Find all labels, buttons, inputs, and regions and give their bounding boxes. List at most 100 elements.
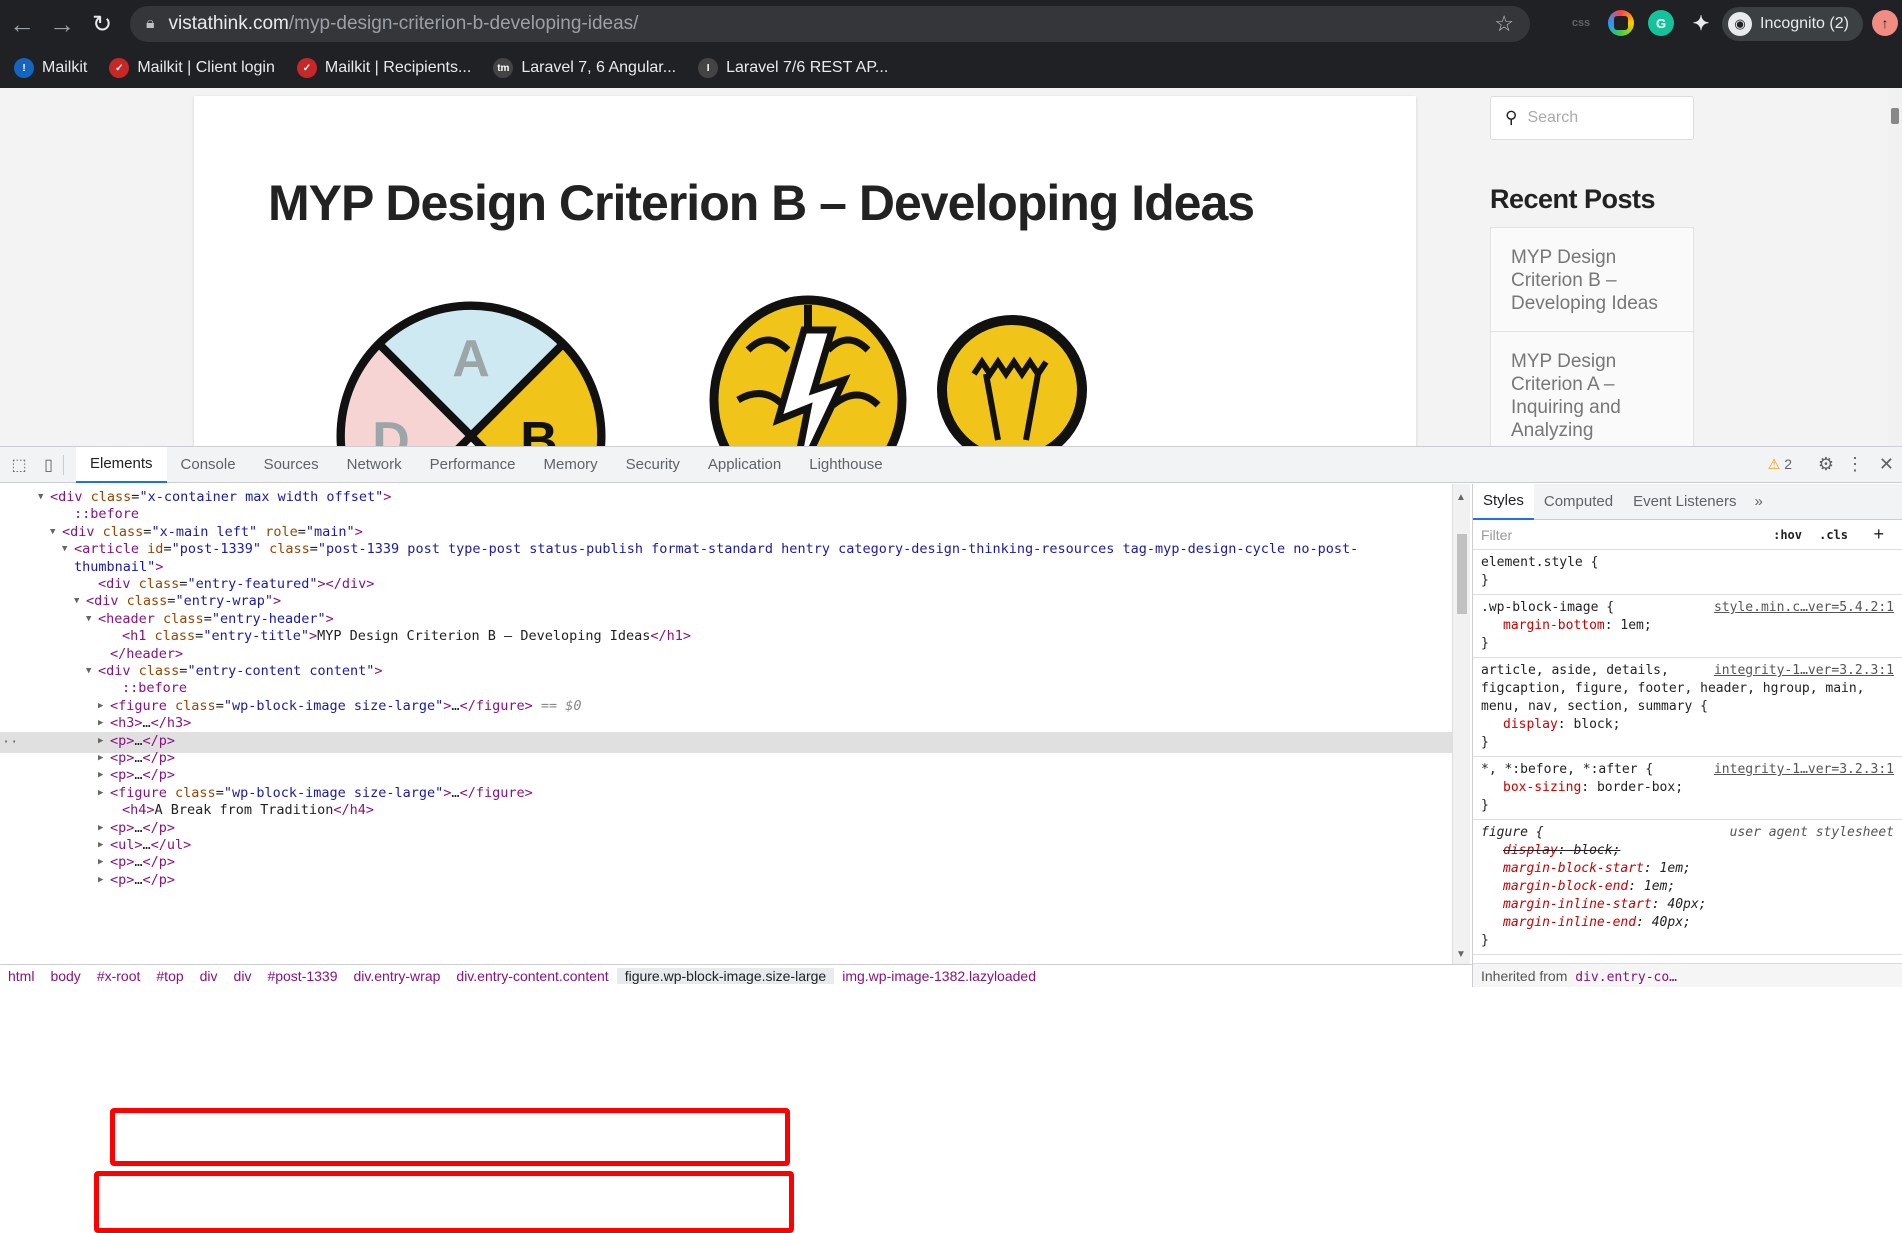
- recent-post-link[interactable]: MYP Design Criterion B – Developing Idea…: [1491, 228, 1693, 332]
- styles-tab-computed[interactable]: Computed: [1534, 484, 1623, 520]
- cls-toggle[interactable]: .cls: [1819, 528, 1848, 542]
- devtools-tab-console[interactable]: Console: [167, 447, 250, 483]
- bookmark-star-icon[interactable]: ☆: [1494, 11, 1514, 37]
- devtools-tab-application[interactable]: Application: [694, 447, 795, 483]
- breadcrumb-item[interactable]: div: [192, 968, 226, 984]
- inherited-from-link[interactable]: div.entry-co…: [1575, 970, 1677, 985]
- rule-source-link[interactable]: user agent stylesheet: [1730, 824, 1894, 842]
- bookmark-item[interactable]: ✓ Mailkit | Client login: [109, 58, 275, 78]
- style-rule[interactable]: style.min.c…ver=5.4.2:1 .wp-block-image {…: [1473, 595, 1902, 658]
- css-extension-icon[interactable]: css: [1568, 10, 1594, 36]
- devtools-tab-performance[interactable]: Performance: [416, 447, 530, 483]
- search-input[interactable]: ⚲ Search: [1490, 96, 1694, 140]
- devtools-tab-network[interactable]: Network: [333, 447, 416, 483]
- more-tabs-icon[interactable]: »: [1746, 493, 1770, 510]
- devtools-tab-sources[interactable]: Sources: [250, 447, 333, 483]
- incognito-badge[interactable]: ◉ Incognito (2): [1722, 7, 1863, 41]
- rule-property[interactable]: margin-block-end: 1em;: [1481, 878, 1894, 896]
- expand-toggle-icon[interactable]: ▼: [74, 591, 79, 612]
- settings-gear-icon[interactable]: ⚙: [1818, 454, 1834, 475]
- expand-toggle-icon[interactable]: ▶: [98, 870, 103, 891]
- device-toolbar-icon[interactable]: ▯: [34, 454, 64, 475]
- rule-property[interactable]: margin-inline-start: 40px;: [1481, 896, 1894, 914]
- devtools-tab-elements[interactable]: Elements: [76, 446, 167, 483]
- back-icon[interactable]: ←: [2, 4, 42, 44]
- design-cycle-wheel-image: A B D: [336, 301, 606, 446]
- menu-icon[interactable]: ↑: [1872, 10, 1898, 36]
- close-devtools-icon[interactable]: ✕: [1879, 454, 1894, 475]
- breadcrumb-item[interactable]: div.entry-wrap: [346, 968, 449, 984]
- breadcrumb-item[interactable]: img.wp-image-1382.lazyloaded: [834, 968, 1044, 984]
- rule-property[interactable]: display: block;: [1481, 842, 1894, 860]
- devtools-tab-lighthouse[interactable]: Lighthouse: [795, 447, 896, 483]
- colorful-extension-icon[interactable]: [1608, 10, 1634, 36]
- elements-scrollbar[interactable]: ▲ ▼: [1452, 484, 1470, 964]
- dom-node-markup: ::before: [122, 680, 188, 697]
- hov-toggle[interactable]: :hov: [1773, 528, 1802, 542]
- reload-icon[interactable]: ↻: [82, 4, 122, 44]
- expand-toggle-icon[interactable]: ▶: [98, 783, 103, 804]
- breadcrumb-item[interactable]: html: [0, 968, 42, 984]
- rule-close-brace: }: [1481, 573, 1489, 588]
- rule-property[interactable]: display: block;: [1481, 716, 1894, 734]
- bookmark-item[interactable]: ✓ Mailkit | Recipients...: [296, 58, 471, 78]
- dom-node-markup: thumbnail">: [74, 558, 164, 575]
- devtools-tab-memory[interactable]: Memory: [530, 447, 612, 483]
- dom-node-markup: <div class="entry-content content">: [98, 663, 383, 679]
- page-viewport: MYP Design Criterion B – Developing Idea…: [0, 88, 1902, 446]
- dom-node-line[interactable]: ▶ <p>…</p>: [98, 870, 175, 891]
- breadcrumb-item[interactable]: #top: [148, 968, 191, 984]
- expand-toggle-icon[interactable]: ▼: [86, 609, 91, 630]
- breadcrumb-item[interactable]: div.entry-content.content: [448, 968, 616, 984]
- rule-property[interactable]: margin-bottom: 1em;: [1481, 617, 1894, 635]
- more-options-icon[interactable]: ⋮: [1846, 454, 1864, 475]
- expand-toggle-icon[interactable]: ▼: [86, 661, 91, 682]
- dom-node-markup: <article id="post-1339" class="post-1339…: [74, 541, 1359, 558]
- bookmark-item[interactable]: tm Laravel 7, 6 Angular...: [493, 58, 676, 78]
- dom-node-markup: <div class="entry-featured"></div>: [98, 576, 375, 592]
- rule-property[interactable]: margin-block-start: 1em;: [1481, 860, 1894, 878]
- style-rule[interactable]: user agent stylesheet figure {display: bl…: [1473, 820, 1902, 955]
- style-rule[interactable]: element.style {}: [1473, 550, 1902, 595]
- rule-close-brace: }: [1481, 798, 1489, 813]
- page-scrollbar[interactable]: [1888, 88, 1902, 446]
- grammarly-icon[interactable]: G: [1648, 10, 1674, 36]
- styles-tab-styles[interactable]: Styles: [1473, 483, 1534, 520]
- rule-source-link[interactable]: integrity-1…ver=3.2.3:1: [1714, 662, 1894, 680]
- rule-source-link[interactable]: style.min.c…ver=5.4.2:1: [1714, 599, 1894, 617]
- expand-toggle-icon[interactable]: ▼: [50, 522, 55, 543]
- rule-property[interactable]: margin-inline-end: 40px;: [1481, 914, 1894, 932]
- breadcrumb-item[interactable]: figure.wp-block-image.size-large: [616, 968, 835, 984]
- breadcrumb-item[interactable]: #x-root: [89, 968, 149, 984]
- breadcrumb-item[interactable]: body: [42, 968, 88, 984]
- expand-toggle-icon[interactable]: ▼: [62, 539, 67, 560]
- bookmarks-bar: ! Mailkit ✓ Mailkit | Client login ✓ Mailkit …: [0, 48, 1902, 88]
- address-bar[interactable]: 🔒︎ vistathink.com/myp-design-criterion-b…: [130, 6, 1530, 42]
- dom-node-line[interactable]: <h1 class="entry-title">MYP Design Crite…: [122, 626, 691, 647]
- selected-node-row[interactable]: [0, 732, 1452, 753]
- dom-node-line[interactable]: ▼ <article id="post-1339" class="post-133…: [62, 539, 1359, 560]
- property-name: margin-block-end: [1503, 879, 1629, 894]
- devtools-tab-security[interactable]: Security: [612, 447, 694, 483]
- warning-icon[interactable]: ⚠ 2: [1768, 456, 1792, 473]
- breadcrumb-item[interactable]: div: [226, 968, 260, 984]
- style-rule[interactable]: integrity-1…ver=3.2.3:1 *, *:before, *:af…: [1473, 757, 1902, 820]
- recent-post-link[interactable]: MYP Design Criterion A – Inquiring and A…: [1491, 332, 1693, 446]
- brain-lightning-image: [709, 295, 907, 446]
- styles-tab-event-listeners[interactable]: Event Listeners: [1623, 484, 1746, 520]
- rule-source-link[interactable]: integrity-1…ver=3.2.3:1: [1714, 761, 1894, 779]
- add-rule-icon[interactable]: +: [1873, 524, 1884, 545]
- breadcrumb-item[interactable]: #post-1339: [259, 968, 345, 984]
- bookmark-item[interactable]: ! Mailkit: [14, 58, 87, 78]
- expand-toggle-icon[interactable]: ▼: [38, 487, 43, 508]
- forward-icon[interactable]: →: [42, 4, 82, 44]
- rule-property[interactable]: box-sizing: border-box;: [1481, 779, 1894, 797]
- style-rule[interactable]: integrity-1…ver=3.2.3:1 article, aside, d…: [1473, 658, 1902, 757]
- incognito-label: Incognito (2): [1760, 15, 1849, 32]
- inspect-element-icon[interactable]: ⬚: [4, 455, 34, 475]
- bookmark-item[interactable]: I Laravel 7/6 REST AP...: [698, 58, 888, 78]
- post-title: MYP Design Criterion B – Developing Idea…: [268, 175, 1255, 231]
- extensions-puzzle-icon[interactable]: ✦: [1688, 10, 1714, 36]
- styles-filter-input[interactable]: Filter :hov .cls +: [1473, 520, 1902, 550]
- elements-tree[interactable]: ·· ▼ <div class="x-container max width of…: [0, 484, 1452, 964]
